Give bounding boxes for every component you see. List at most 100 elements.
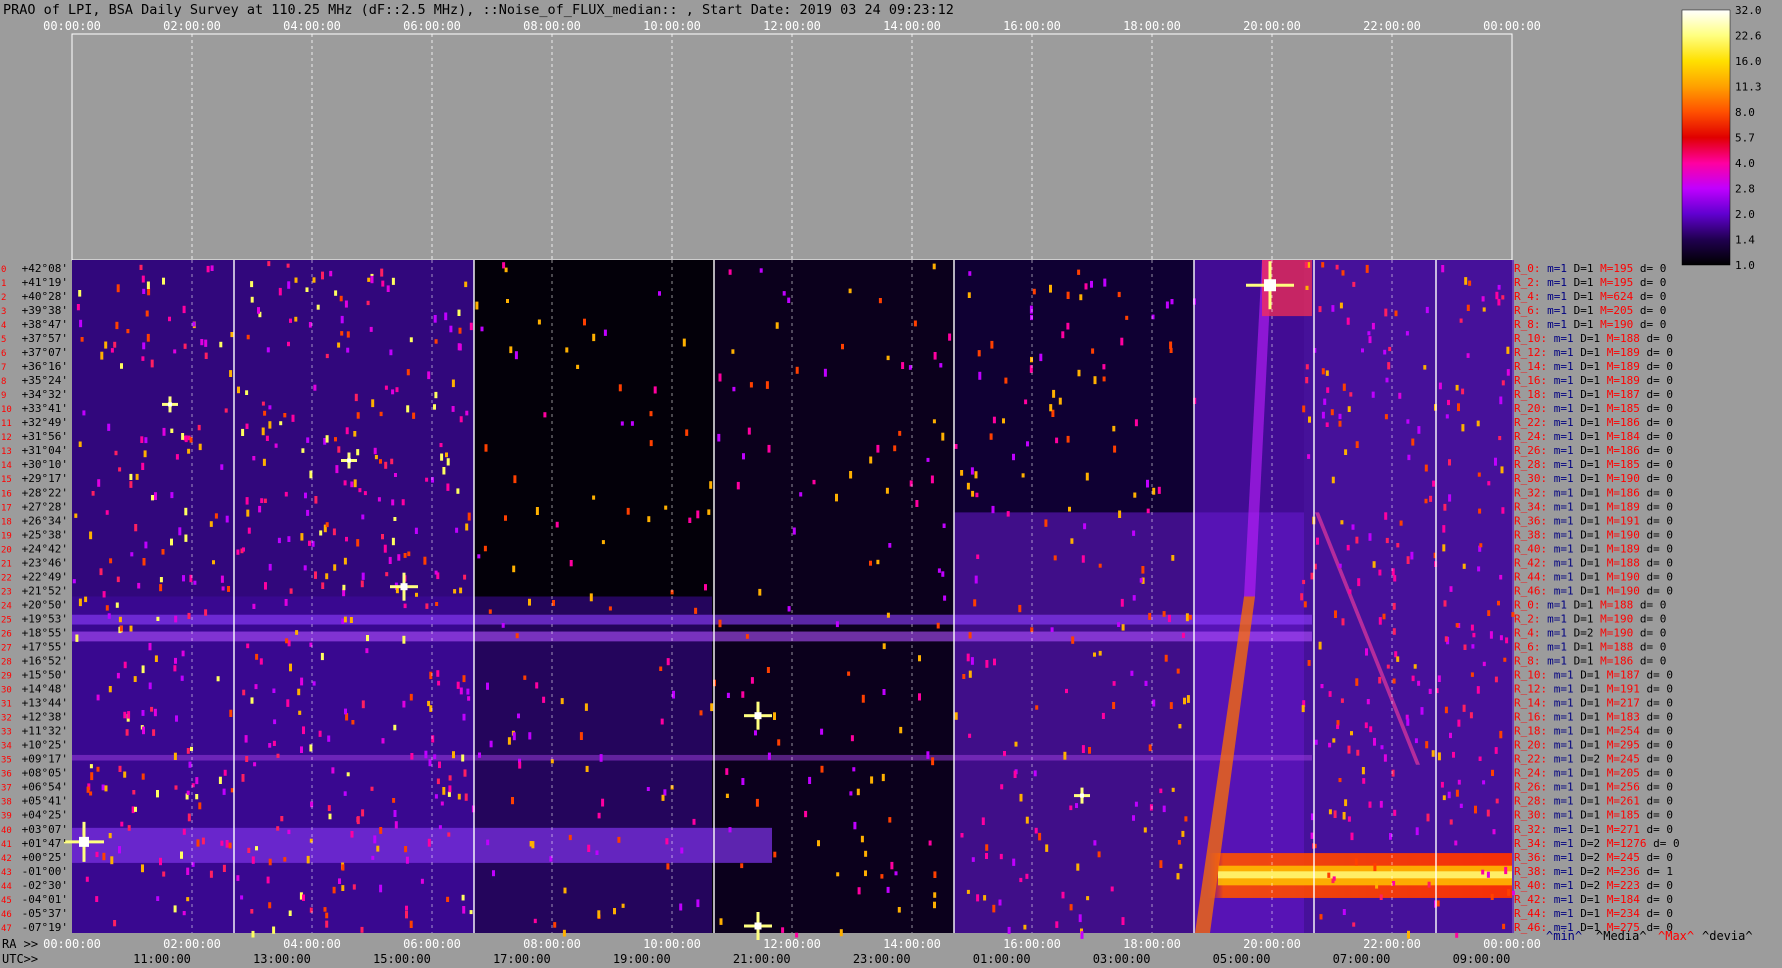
stats-label: R_0: <box>1514 598 1541 611</box>
noise-speck <box>283 857 287 862</box>
noise-speck <box>1387 362 1391 370</box>
noise-speck <box>1032 288 1036 295</box>
noise-speck <box>1414 738 1418 744</box>
stats-media: D=1 <box>1580 907 1600 920</box>
noise-speck <box>1170 299 1174 305</box>
noise-speck <box>1318 641 1322 650</box>
noise-speck <box>587 844 591 852</box>
noise-speck <box>78 290 82 297</box>
noise-speck <box>403 553 407 558</box>
noise-speck <box>335 465 339 474</box>
noise-speck <box>1378 617 1382 625</box>
noise-speck <box>458 327 462 334</box>
point-source-core <box>400 583 408 591</box>
beam-number-label: 32 <box>1 714 12 724</box>
stats-media: D=1 <box>1580 556 1600 569</box>
noise-speck <box>462 713 466 721</box>
ra-tick-label: 22:00:00 <box>1363 937 1421 951</box>
noise-speck <box>1415 827 1419 836</box>
stats-min: m=1 <box>1554 837 1574 850</box>
noise-speck <box>268 405 272 410</box>
noise-speck <box>1454 840 1458 846</box>
noise-speck <box>247 527 251 534</box>
stats-row: R_2: m=1 D=1 M=195 d= 0 <box>1514 276 1666 289</box>
noise-speck <box>360 926 364 933</box>
noise-speck <box>663 789 667 796</box>
noise-speck <box>272 688 276 693</box>
noise-speck <box>110 856 114 865</box>
noise-speck <box>820 765 824 773</box>
noise-speck <box>440 801 444 806</box>
noise-speck <box>585 765 589 772</box>
declination-label: +01°47' <box>22 837 68 850</box>
noise-speck <box>562 929 566 937</box>
noise-speck <box>393 724 397 731</box>
noise-speck <box>1369 726 1373 733</box>
noise-speck <box>603 329 607 336</box>
stats-min: m=1 <box>1554 851 1574 864</box>
point-source-core <box>754 922 762 930</box>
noise-speck <box>1365 648 1368 656</box>
noise-speck <box>933 352 937 360</box>
stats-label: R_4: <box>1514 290 1541 303</box>
stats-media: D=1 <box>1580 584 1600 597</box>
stats-min: m=1 <box>1554 570 1574 583</box>
noise-speck <box>1328 691 1332 697</box>
noise-speck <box>452 751 455 759</box>
stats-devia: d= 0 <box>1640 598 1667 611</box>
noise-speck <box>325 522 329 528</box>
noise-speck <box>333 564 337 571</box>
noise-speck <box>142 342 146 350</box>
noise-speck <box>1497 298 1501 306</box>
stats-row: R_38: m=1 D=1 M=190 d= 0 <box>1514 528 1673 541</box>
noise-speck <box>1176 873 1180 880</box>
noise-speck <box>948 333 952 341</box>
noise-speck <box>196 839 200 847</box>
noise-speck <box>159 577 163 583</box>
noise-speck <box>115 602 119 608</box>
noise-speck <box>1149 804 1153 811</box>
stats-label: R_10: <box>1514 669 1547 682</box>
noise-speck <box>899 726 903 734</box>
noise-speck <box>1431 750 1435 757</box>
noise-speck <box>1407 454 1411 461</box>
declination-label: +39°38' <box>22 304 68 317</box>
beam-number-label: 34 <box>1 742 12 752</box>
colorbar-bar <box>1681 9 1731 266</box>
top-tick-label: 22:00:00 <box>1363 19 1421 33</box>
stats-label: R_22: <box>1514 753 1547 766</box>
noise-speck <box>1406 718 1410 726</box>
stats-max: M=188 <box>1607 556 1640 569</box>
noise-speck <box>1063 751 1067 760</box>
noise-speck <box>107 613 111 619</box>
noise-speck <box>250 909 254 914</box>
noise-speck <box>85 876 89 882</box>
declination-label: +12°38' <box>22 711 68 724</box>
noise-speck <box>161 549 165 555</box>
noise-speck <box>1069 904 1073 911</box>
noise-speck <box>467 696 471 701</box>
utc-tick-label: 07:00:00 <box>1333 952 1391 966</box>
noise-speck <box>200 339 204 346</box>
stats-min: m=1 <box>1554 528 1574 541</box>
stats-max: M=186 <box>1607 486 1640 499</box>
noise-speck <box>144 541 148 549</box>
noise-speck <box>773 851 777 858</box>
noise-speck <box>344 708 347 715</box>
noise-speck <box>113 920 117 927</box>
noise-speck <box>395 387 399 393</box>
noise-speck <box>346 331 350 338</box>
noise-speck <box>1437 675 1441 682</box>
noise-speck <box>1425 306 1429 314</box>
noise-speck <box>1396 656 1400 662</box>
noise-speck <box>431 477 434 483</box>
noise-speck <box>894 871 898 876</box>
noise-speck <box>968 632 972 639</box>
noise-speck <box>1081 745 1085 753</box>
stats-min: m=1 <box>1554 374 1574 387</box>
noise-speck <box>434 794 438 799</box>
noise-speck <box>376 845 380 852</box>
beam-number-label: 44 <box>1 882 12 892</box>
noise-speck <box>1132 815 1135 821</box>
stats-devia: d= 0 <box>1647 430 1674 443</box>
